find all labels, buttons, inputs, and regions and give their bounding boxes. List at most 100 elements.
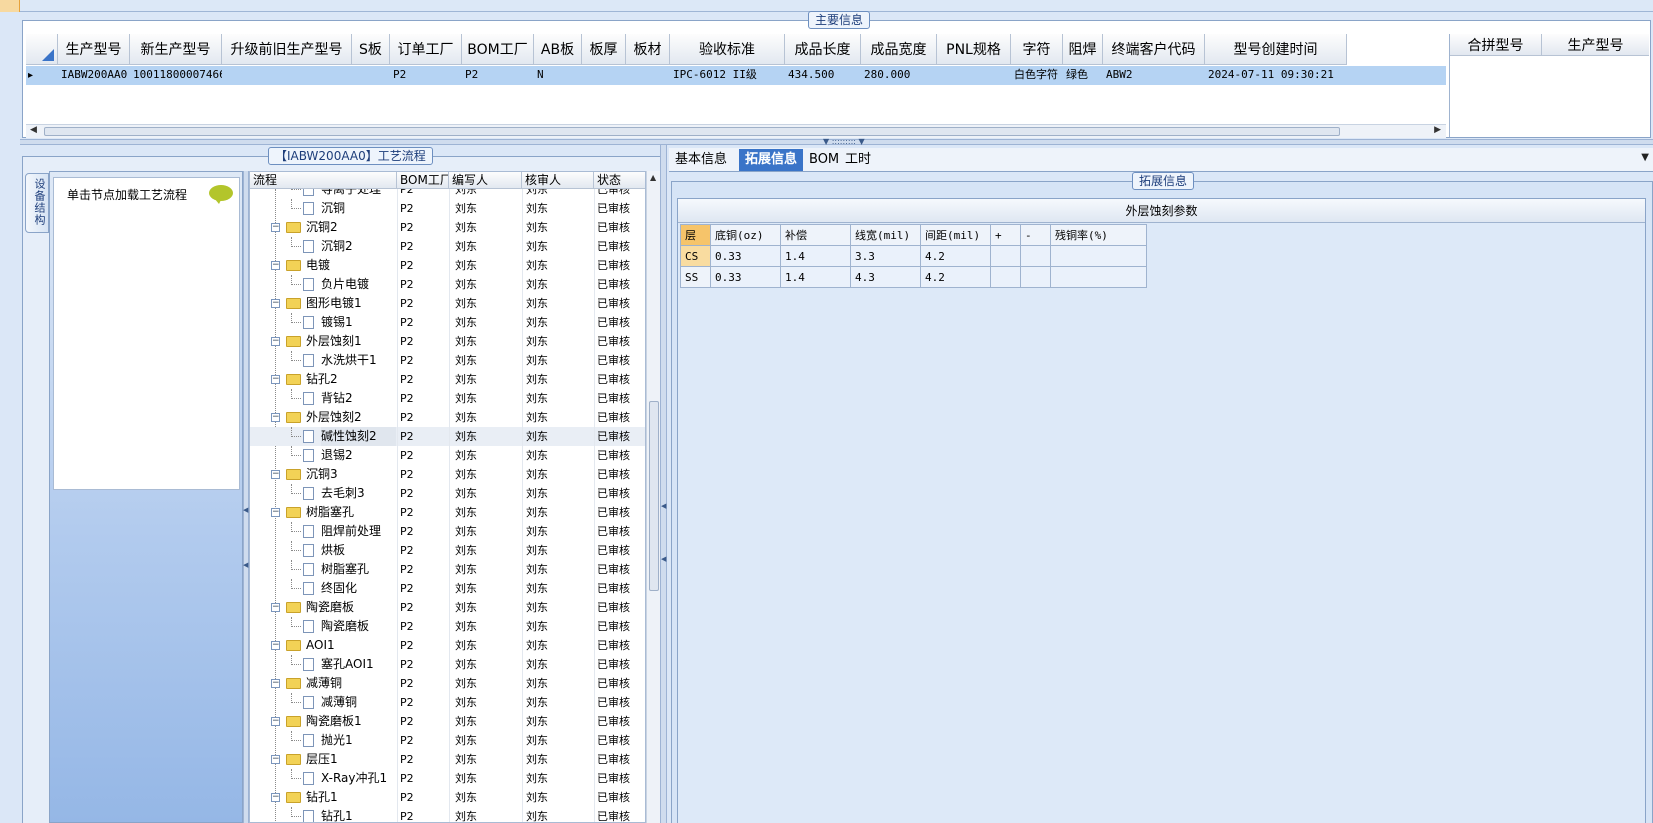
main-grid-header-12[interactable]: PNL规格: [937, 34, 1011, 65]
tab-0[interactable]: 基本信息: [669, 149, 733, 171]
splitter-left-arrow-icon[interactable]: ◀: [243, 506, 248, 514]
tree-row[interactable]: − 减薄铜 P2 刘东 刘东 已审核: [250, 674, 645, 693]
tab-1[interactable]: 拓展信息: [739, 149, 804, 171]
tree-row[interactable]: 背钻2 P2 刘东 刘东 已审核: [250, 389, 645, 408]
splitter-arrow-icon-2[interactable]: ◀: [661, 555, 666, 563]
tree-expander-icon[interactable]: −: [271, 679, 280, 688]
ext-col-header-6[interactable]: -: [1020, 224, 1051, 246]
ext-cell[interactable]: 1.4: [780, 266, 851, 288]
tree-row[interactable]: − 陶瓷磨板1 P2 刘东 刘东 已审核: [250, 712, 645, 731]
process-tree-grid[interactable]: 流程 BOM工厂 编写人 核审人 状态 等离子处理 P2 刘东 刘东 已审核 沉铜 P2 刘东 刘东 已审…: [249, 171, 646, 823]
ext-cell[interactable]: 3.3: [850, 245, 921, 267]
tree-expander-icon[interactable]: −: [271, 793, 280, 802]
splitter-left-arrow-icon-2[interactable]: ◀: [243, 561, 248, 569]
tree-row[interactable]: − 沉铜2 P2 刘东 刘东 已审核: [250, 218, 645, 237]
ext-cell[interactable]: 0.33: [710, 245, 781, 267]
tree-row[interactable]: 陶瓷磨板 P2 刘东 刘东 已审核: [250, 617, 645, 636]
ext-cell[interactable]: [1050, 266, 1147, 288]
main-grid-header-10[interactable]: 成品长度: [785, 34, 861, 65]
ext-cell[interactable]: 4.2: [920, 266, 991, 288]
tree-row[interactable]: 减薄铜 P2 刘东 刘东 已审核: [250, 693, 645, 712]
tree-expander-icon[interactable]: −: [271, 717, 280, 726]
scroll-up-arrow-icon[interactable]: ▲: [650, 173, 656, 182]
ext-table-row[interactable]: SS 0.33 1.4 4.3 4.2: [680, 266, 1147, 288]
tree-expander-icon[interactable]: −: [271, 470, 280, 479]
combine-grid-header-1[interactable]: 生产型号: [1542, 34, 1649, 56]
tree-row[interactable]: 镀锡1 P2 刘东 刘东 已审核: [250, 313, 645, 332]
scroll-thumb[interactable]: [44, 127, 1340, 136]
tree-expander-icon[interactable]: −: [271, 337, 280, 346]
main-grid-header-16[interactable]: 型号创建时间: [1205, 34, 1347, 65]
main-info-grid[interactable]: 生产型号 新生产型号 升级前旧生产型号 S板 订单工厂 BOM工厂 AB板 板厚 板材 验收标准成…: [26, 34, 1446, 137]
process-tree-vscrollbar[interactable]: ▲: [646, 171, 660, 823]
combine-model-grid[interactable]: 合拼型号 生产型号: [1449, 34, 1649, 137]
tree-row[interactable]: 烘板 P2 刘东 刘东 已审核: [250, 541, 645, 560]
main-grid-header-8[interactable]: 板材: [626, 34, 670, 65]
ext-col-header-7[interactable]: 残铜率(%): [1050, 224, 1147, 246]
main-grid-header-13[interactable]: 字符: [1011, 34, 1063, 65]
main-grid-header-1[interactable]: 新生产型号: [130, 34, 222, 65]
tree-expander-icon[interactable]: −: [271, 223, 280, 232]
tree-expander-icon[interactable]: −: [271, 413, 280, 422]
combine-grid-header-0[interactable]: 合拼型号: [1450, 34, 1542, 56]
tree-expander-icon[interactable]: −: [271, 508, 280, 517]
ext-cell[interactable]: [990, 245, 1021, 267]
main-grid-header-15[interactable]: 终端客户代码: [1103, 34, 1205, 65]
ext-cell[interactable]: [1050, 245, 1147, 267]
tab-dropdown-icon[interactable]: ▼: [1641, 152, 1649, 163]
tree-row[interactable]: − 电镀 P2 刘东 刘东 已审核: [250, 256, 645, 275]
tree-row[interactable]: 负片电镀 P2 刘东 刘东 已审核: [250, 275, 645, 294]
main-grid-header-9[interactable]: 验收标准: [670, 34, 785, 65]
tree-row[interactable]: 沉铜2 P2 刘东 刘东 已审核: [250, 237, 645, 256]
tree-row[interactable]: 等离子处理 P2 刘东 刘东 已审核: [250, 189, 645, 199]
main-grid-header-2[interactable]: 升级前旧生产型号: [222, 34, 352, 65]
ext-col-header-1[interactable]: 底铜(oz): [710, 224, 781, 246]
ext-cell[interactable]: 4.3: [850, 266, 921, 288]
tree-row[interactable]: 终固化 P2 刘东 刘东 已审核: [250, 579, 645, 598]
tree-row[interactable]: 退锡2 P2 刘东 刘东 已审核: [250, 446, 645, 465]
tree-row[interactable]: X-Ray冲孔1 P2 刘东 刘东 已审核: [250, 769, 645, 788]
tree-row[interactable]: − 钻孔2 P2 刘东 刘东 已审核: [250, 370, 645, 389]
tree-row[interactable]: 沉铜 P2 刘东 刘东 已审核: [250, 199, 645, 218]
main-grid-header-11[interactable]: 成品宽度: [861, 34, 937, 65]
main-vertical-splitter[interactable]: ◀ ◀: [660, 145, 667, 823]
horizontal-splitter[interactable]: ▼ ::::::::: ▼: [20, 137, 1653, 146]
main-grid-header-0[interactable]: 生产型号: [58, 34, 130, 65]
load-process-box[interactable]: 单击节点加载工艺流程: [53, 177, 240, 490]
main-grid-header-7[interactable]: 板厚: [582, 34, 626, 65]
ext-cell[interactable]: 4.2: [920, 245, 991, 267]
ext-col-header-2[interactable]: 补偿: [780, 224, 851, 246]
scroll-right-arrow-icon[interactable]: ▶: [1434, 125, 1441, 135]
tree-row[interactable]: − 层压1 P2 刘东 刘东 已审核: [250, 750, 645, 769]
tree-header-0[interactable]: 流程: [250, 172, 397, 188]
main-grid-header-3[interactable]: S板: [352, 34, 390, 65]
tree-expander-icon[interactable]: −: [271, 375, 280, 384]
tree-header-2[interactable]: 编写人: [449, 172, 522, 188]
tree-header-1[interactable]: BOM工厂: [397, 172, 449, 188]
equipment-structure-side-tab[interactable]: 设备结构: [25, 173, 49, 233]
tree-row[interactable]: 钻孔1 P2 刘东 刘东 已审核: [250, 807, 645, 822]
main-grid-header-5[interactable]: BOM工厂: [462, 34, 534, 65]
tree-expander-icon[interactable]: −: [271, 603, 280, 612]
tree-expander-icon[interactable]: −: [271, 641, 280, 650]
tree-expander-icon[interactable]: −: [271, 755, 280, 764]
ext-col-header-3[interactable]: 线宽(mil): [850, 224, 921, 246]
tree-row[interactable]: 抛光1 P2 刘东 刘东 已审核: [250, 731, 645, 750]
tree-header-3[interactable]: 核审人: [522, 172, 594, 188]
ext-cell[interactable]: [1020, 245, 1051, 267]
main-grid-header-6[interactable]: AB板: [534, 34, 582, 65]
tree-row[interactable]: − 陶瓷磨板 P2 刘东 刘东 已审核: [250, 598, 645, 617]
splitter-arrow-icon[interactable]: ◀: [661, 502, 666, 510]
tree-row[interactable]: 塞孔AOI1 P2 刘东 刘东 已审核: [250, 655, 645, 674]
tree-header-4[interactable]: 状态: [594, 172, 645, 188]
ext-cell[interactable]: 0.33: [710, 266, 781, 288]
tree-row[interactable]: − 图形电镀1 P2 刘东 刘东 已审核: [250, 294, 645, 313]
main-grid-header-14[interactable]: 阻焊: [1063, 34, 1103, 65]
tree-row[interactable]: − 钻孔1 P2 刘东 刘东 已审核: [250, 788, 645, 807]
scroll-thumb[interactable]: [649, 401, 659, 591]
tree-row[interactable]: 去毛刺3 P2 刘东 刘东 已审核: [250, 484, 645, 503]
ext-cell[interactable]: SS: [680, 266, 711, 288]
ext-col-header-4[interactable]: 间距(mil): [920, 224, 991, 246]
ext-cell[interactable]: [1020, 266, 1051, 288]
ext-table-row[interactable]: CS 0.33 1.4 3.3 4.2: [680, 245, 1147, 267]
